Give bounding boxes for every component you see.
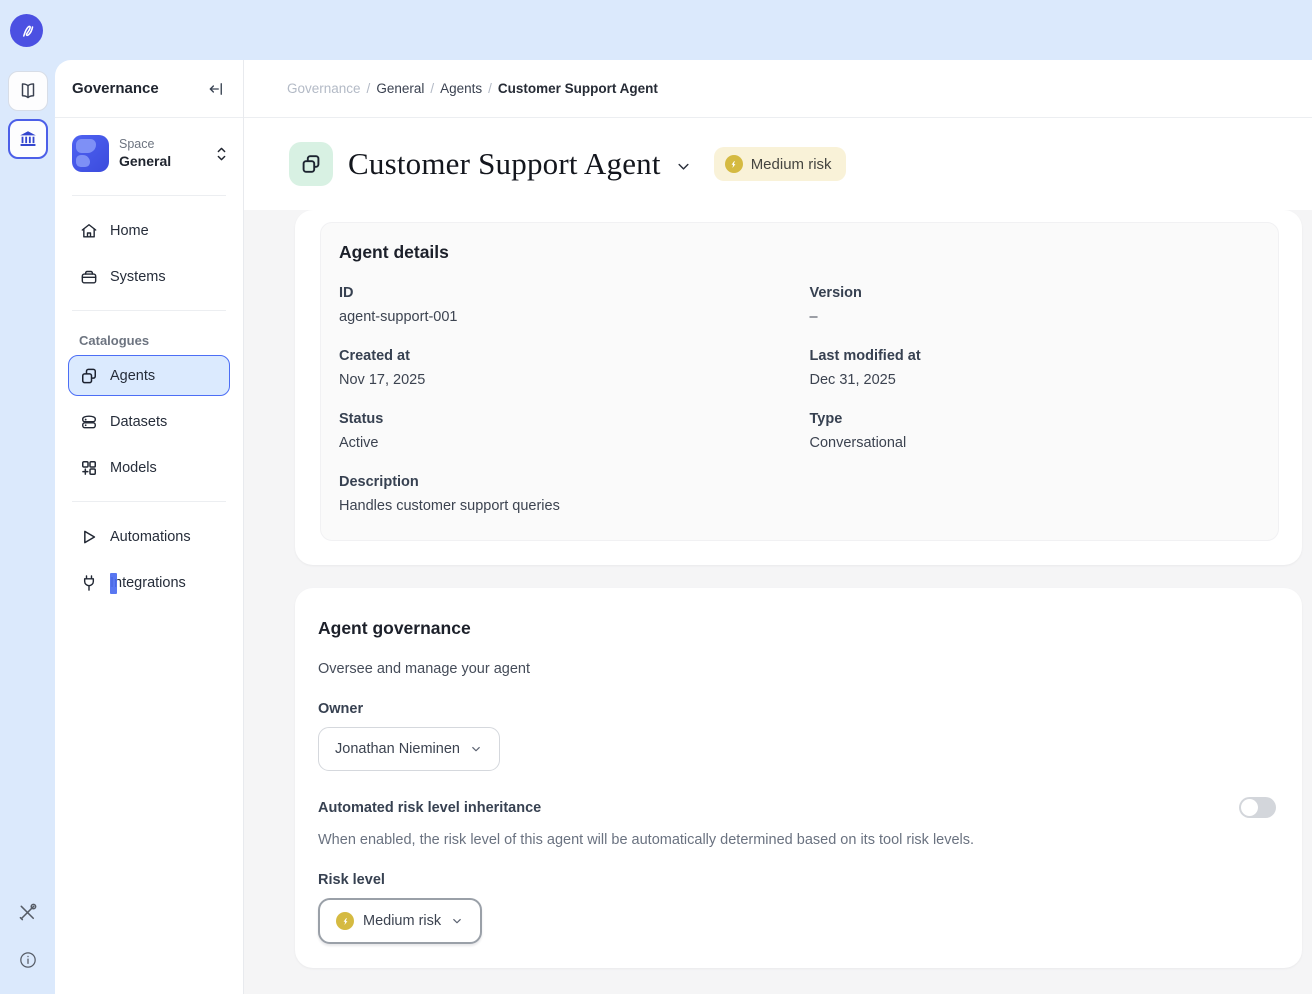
inheritance-toggle[interactable] [1239, 797, 1276, 818]
breadcrumb-general[interactable]: General [376, 81, 424, 96]
field-description: Description Handles customer support que… [339, 474, 1260, 514]
field-last-modified-at: Last modified at Dec 31, 2025 [810, 348, 1261, 388]
tools-icon [16, 901, 39, 924]
bank-icon [17, 128, 39, 150]
page-scroll-area[interactable]: Agent details ID agent-support-001 Versi… [244, 210, 1312, 994]
tools-rail-button[interactable] [8, 892, 48, 932]
sidebar-item-home[interactable]: Home [68, 210, 230, 251]
agents-icon [79, 366, 99, 386]
updown-chevron-icon [214, 145, 229, 163]
chevron-down-icon[interactable] [674, 157, 693, 176]
book-icon [17, 80, 39, 102]
risk-badge-label: Medium risk [751, 156, 832, 173]
sidebar-item-systems[interactable]: Systems [68, 256, 230, 297]
breadcrumb-separator: / [367, 81, 371, 96]
chevron-down-icon [450, 914, 464, 928]
sidebar-item-label: Automations [110, 529, 191, 545]
governance-rail-button[interactable] [8, 119, 48, 159]
datasets-icon [79, 412, 99, 432]
field-status: Status Active [339, 411, 790, 451]
owner-label: Owner [318, 701, 1276, 717]
copy-icon [299, 152, 323, 176]
agent-details-title: Agent details [339, 242, 1260, 263]
agent-governance-card: Agent governance Oversee and manage your… [295, 588, 1302, 968]
chevron-down-icon [469, 742, 483, 756]
sidebar: Governance Space General [55, 60, 244, 994]
sidebar-item-label: Integrations [110, 575, 186, 591]
agent-governance-title: Agent governance [318, 618, 1276, 639]
space-label: Space [119, 137, 204, 153]
integrations-icon [79, 573, 99, 593]
field-created-at: Created at Nov 17, 2025 [339, 348, 790, 388]
sidebar-title: Governance [72, 80, 159, 97]
agent-details-card: Agent details ID agent-support-001 Versi… [295, 210, 1302, 565]
sidebar-item-automations[interactable]: Automations [68, 516, 230, 557]
text-caret [110, 573, 117, 594]
sidebar-section-catalogues: Catalogues [68, 325, 230, 355]
risk-level-value: Medium risk [363, 913, 441, 929]
squiggle-logo-icon [16, 19, 38, 41]
risk-level-label: Risk level [318, 872, 1276, 888]
collapse-left-icon[interactable] [207, 80, 225, 98]
sidebar-item-agents[interactable]: Agents [68, 355, 230, 396]
owner-select[interactable]: Jonathan Nieminen [318, 727, 500, 771]
agent-governance-subtitle: Oversee and manage your agent [318, 661, 1276, 677]
space-value: General [119, 153, 204, 171]
sidebar-item-label: Systems [110, 269, 166, 285]
info-icon [18, 950, 38, 970]
field-type: Type Conversational [810, 411, 1261, 451]
sidebar-item-integrations[interactable]: Integrations [68, 562, 230, 603]
top-band [0, 0, 1312, 60]
agent-entity-icon [289, 142, 333, 186]
sidebar-item-label: Agents [110, 368, 155, 384]
space-selector[interactable]: Space General [72, 135, 229, 172]
page-header: Customer Support Agent Medium risk [244, 118, 1312, 210]
app-logo[interactable] [10, 14, 43, 47]
main-content: Governance / General / Agents / Customer… [244, 60, 1312, 994]
breadcrumb: Governance / General / Agents / Customer… [244, 60, 1312, 118]
risk-badge: Medium risk [714, 147, 846, 181]
breadcrumb-separator: / [430, 81, 434, 96]
automations-icon [79, 527, 99, 547]
page-title: Customer Support Agent [348, 146, 661, 182]
bolt-icon [725, 155, 743, 173]
breadcrumb-governance[interactable]: Governance [287, 81, 361, 96]
sidebar-item-label: Models [110, 460, 157, 476]
risk-level-select[interactable]: Medium risk [318, 898, 482, 944]
inheritance-label: Automated risk level inheritance [318, 800, 541, 816]
inheritance-description: When enabled, the risk level of this age… [318, 832, 1276, 848]
systems-icon [79, 267, 99, 287]
breadcrumb-separator: / [488, 81, 492, 96]
field-version: Version – [810, 285, 1261, 325]
breadcrumb-current: Customer Support Agent [498, 81, 658, 96]
models-icon [79, 458, 99, 478]
space-icon [72, 135, 109, 172]
sidebar-item-label: Home [110, 223, 149, 239]
sidebar-item-label: Datasets [110, 414, 167, 430]
field-id: ID agent-support-001 [339, 285, 790, 325]
sidebar-item-datasets[interactable]: Datasets [68, 401, 230, 442]
owner-value: Jonathan Nieminen [335, 741, 460, 757]
home-icon [79, 221, 99, 241]
docs-rail-button[interactable] [8, 71, 48, 111]
bolt-icon [336, 912, 354, 930]
info-rail-button[interactable] [8, 940, 48, 980]
icon-rail [0, 60, 55, 994]
breadcrumb-agents[interactable]: Agents [440, 81, 482, 96]
sidebar-item-models[interactable]: Models [68, 447, 230, 488]
